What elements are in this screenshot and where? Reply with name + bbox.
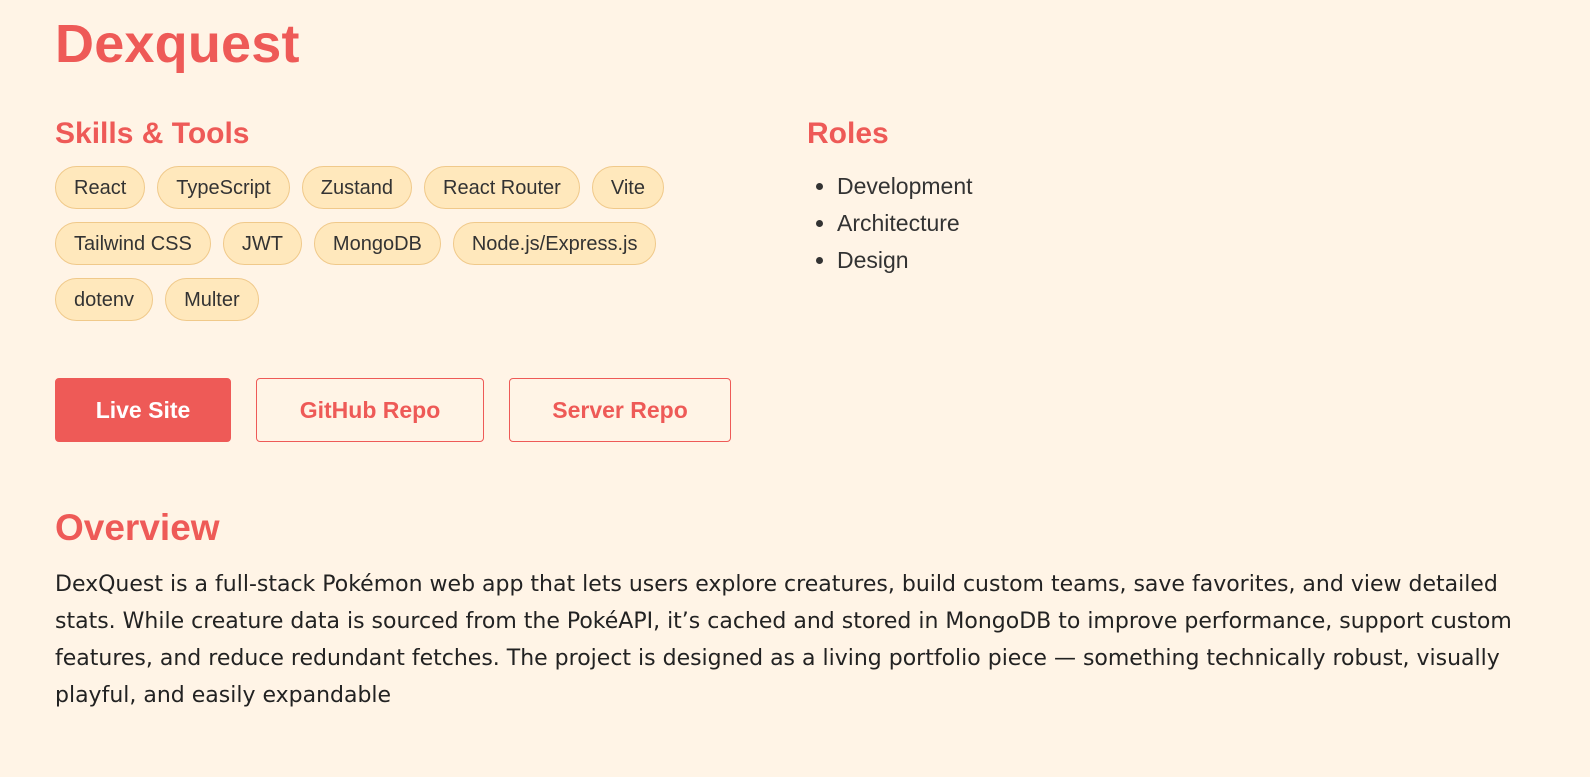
skills-section: Skills & Tools React TypeScript Zustand … <box>55 116 755 321</box>
roles-heading: Roles <box>807 117 889 150</box>
skill-chip-typescript: TypeScript <box>157 166 290 209</box>
overview-section: Overview DexQuest is a full-stack Pokémo… <box>55 506 1525 714</box>
skill-chip-tailwind-css: Tailwind CSS <box>55 222 211 265</box>
overview-text: DexQuest is a full-stack Pokémon web app… <box>55 572 1512 709</box>
role-item-architecture: Architecture <box>837 205 1207 242</box>
skill-chip-zustand: Zustand <box>301 166 412 209</box>
skill-chip-jwt: JWT <box>222 222 302 265</box>
skill-chip-react: React <box>55 166 146 209</box>
skills-chip-list: React TypeScript Zustand React Router Vi… <box>55 166 755 321</box>
skills-heading: Skills & Tools <box>55 117 250 150</box>
page-title: Dexquest <box>55 14 300 74</box>
roles-section: Roles Development Architecture Design <box>807 116 1207 279</box>
skill-chip-react-router: React Router <box>424 166 580 209</box>
role-item-development: Development <box>837 168 1207 205</box>
role-item-design: Design <box>837 242 1207 279</box>
skill-chip-mongodb: MongoDB <box>313 222 441 265</box>
overview-heading: Overview <box>55 507 220 548</box>
project-actions: Live Site GitHub Repo Server Repo <box>55 378 731 442</box>
skill-chip-node-express: Node.js/Express.js <box>452 222 657 265</box>
github-repo-button[interactable]: GitHub Repo <box>256 378 484 442</box>
server-repo-button[interactable]: Server Repo <box>509 378 731 442</box>
skill-chip-dotenv: dotenv <box>55 278 154 321</box>
skill-chip-vite: Vite <box>591 166 664 209</box>
skill-chip-multer: Multer <box>165 278 259 321</box>
live-site-button[interactable]: Live Site <box>55 378 231 442</box>
roles-list: Development Architecture Design <box>807 168 1207 279</box>
